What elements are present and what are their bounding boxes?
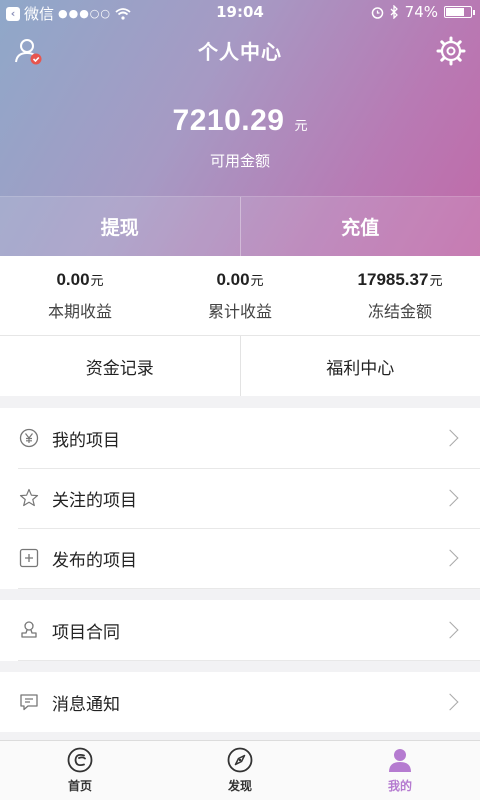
battery-percent: 74% (404, 3, 438, 21)
home-logo-icon (67, 747, 93, 773)
stat-total-earnings[interactable]: 0.00元 累计收益 (160, 256, 320, 335)
compass-icon (227, 747, 253, 773)
stat-value: 0.00元 (56, 270, 104, 289)
stat-value: 0.00元 (216, 270, 264, 289)
tab-discover[interactable]: 发现 (160, 741, 320, 800)
page-title: 个人中心 (198, 40, 282, 64)
chevron-right-icon (441, 489, 459, 507)
balance-value: 7210.29 (172, 104, 285, 137)
menu-label: 发布的项目 (52, 550, 137, 571)
menu-group-messages: 消息通知 (0, 672, 480, 732)
chevron-right-icon (441, 429, 459, 447)
bluetooth-icon (390, 5, 398, 19)
menu-group-contracts: 项目合同 (0, 600, 480, 661)
stat-value: 17985.37元 (357, 270, 443, 289)
person-icon (389, 749, 411, 772)
withdraw-button[interactable]: 提现 (0, 197, 240, 256)
shortcuts: 资金记录 福利中心 (0, 336, 480, 396)
menu-group-projects: 我的项目 关注的项目 发布的项目 (0, 408, 480, 589)
menu-published-projects[interactable]: 发布的项目 (0, 528, 480, 588)
balance-actions: 提现 充值 (0, 196, 480, 256)
tab-bar: 首页 发现 我的 (0, 740, 480, 800)
stat-label: 累计收益 (207, 302, 272, 321)
balance-label: 可用金额 (209, 152, 270, 170)
menu-label: 关注的项目 (52, 490, 137, 511)
stamp-icon (18, 619, 40, 641)
welfare-center-button[interactable]: 福利中心 (239, 336, 480, 396)
menu-my-projects[interactable]: 我的项目 (0, 408, 480, 468)
gear-icon[interactable] (436, 36, 466, 66)
tab-label: 发现 (227, 779, 252, 793)
stat-frozen-amount[interactable]: 17985.37元 冻结金额 (320, 256, 480, 335)
menu-label: 项目合同 (52, 622, 120, 643)
tab-mine[interactable]: 我的 (320, 741, 480, 800)
stat-current-earnings[interactable]: 0.00元 本期收益 (0, 256, 160, 335)
star-icon (18, 487, 40, 509)
divider (18, 588, 480, 589)
menu-message-notifications[interactable]: 消息通知 (0, 672, 480, 732)
divider (18, 660, 480, 661)
stat-label: 冻结金额 (367, 302, 432, 321)
chevron-right-icon (441, 549, 459, 567)
status-right: 74% (371, 3, 475, 21)
alarm-icon (371, 6, 383, 19)
earnings-stats: 0.00元 本期收益 0.00元 累计收益 17985.37元 冻结金额 (0, 256, 480, 336)
menu-label: 消息通知 (52, 694, 120, 715)
header-hero: ‹ 微信 ●●●○○ 19:04 74% 个人中心 7210.29 元 可用金额… (0, 0, 480, 256)
plus-square-icon (18, 547, 40, 569)
fund-records-button[interactable]: 资金记录 (0, 336, 240, 396)
battery-icon (444, 6, 475, 18)
status-bar: ‹ 微信 ●●●○○ 19:04 74% (0, 0, 480, 24)
balance-unit: 元 (294, 119, 308, 134)
yen-circle-icon (18, 427, 40, 449)
tab-label: 首页 (67, 779, 92, 793)
battery-fill (446, 8, 464, 16)
message-icon (18, 691, 40, 713)
stat-label: 本期收益 (47, 302, 112, 321)
tab-home[interactable]: 首页 (0, 741, 160, 800)
chevron-right-icon (441, 693, 459, 711)
menu-followed-projects[interactable]: 关注的项目 (0, 468, 480, 528)
menu-project-contracts[interactable]: 项目合同 (0, 600, 480, 660)
chevron-right-icon (441, 621, 459, 639)
recharge-button[interactable]: 充值 (239, 197, 480, 256)
menu-label: 我的项目 (52, 430, 120, 451)
balance-amount: 7210.29 元 (0, 104, 480, 138)
tab-label: 我的 (387, 779, 412, 793)
